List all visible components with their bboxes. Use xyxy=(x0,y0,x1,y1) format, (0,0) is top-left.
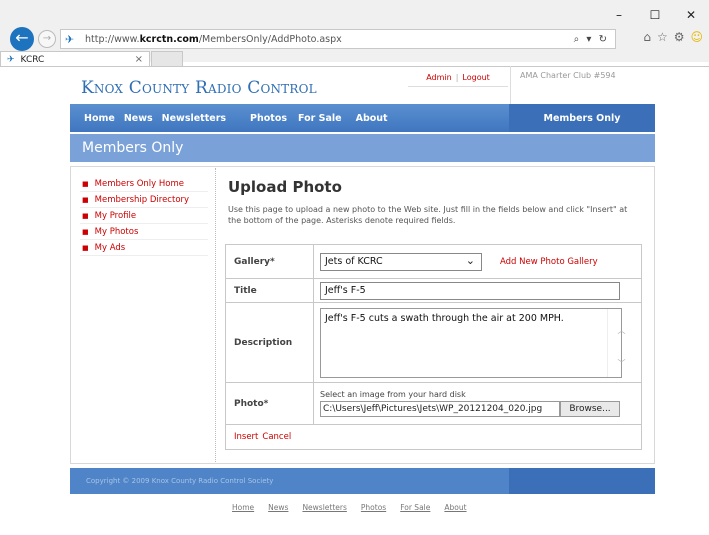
site-title[interactable]: Knox County Radio Control xyxy=(81,78,317,98)
main-nav: Home News Newsletters Photos For Sale Ab… xyxy=(70,104,655,132)
window-controls: – ☐ ✕ xyxy=(601,2,709,28)
title-row: Title Jeff's F-5 xyxy=(226,279,641,303)
new-tab-button[interactable] xyxy=(151,51,183,67)
settings-gear-icon[interactable]: ⚙ xyxy=(674,30,685,44)
nav-newsletters[interactable]: Newsletters xyxy=(162,113,226,124)
page-heading: Upload Photo xyxy=(228,178,342,196)
description-row: Description Jeff's F-5 cuts a swath thro… xyxy=(226,303,641,383)
textarea-scrollbar[interactable]: ︿ ﹀ xyxy=(607,308,626,377)
column-divider xyxy=(215,168,216,462)
browser-chrome: – ☐ ✕ ← → ✈ http://www.kcrctn.com/Member… xyxy=(0,0,709,67)
charter-label: AMA Charter Club #594 xyxy=(520,71,616,80)
footer-link-about[interactable]: About xyxy=(444,503,466,512)
nav-home[interactable]: Home xyxy=(84,113,115,124)
main-content: Upload Photo Use this page to upload a n… xyxy=(228,178,648,226)
tab-close-icon[interactable]: × xyxy=(135,54,143,65)
upload-form: Gallery* Jets of KCRC ⌄ Add New Photo Ga… xyxy=(225,244,642,450)
photo-hint: Select an image from your hard disk xyxy=(320,390,466,399)
nav-photos[interactable]: Photos xyxy=(250,113,287,124)
scroll-up-icon[interactable]: ︿ xyxy=(615,325,629,336)
sidebar: ■ Members Only Home ■ Membership Directory… xyxy=(80,176,208,256)
bullet-icon: ■ xyxy=(82,211,89,220)
bullet-icon: ■ xyxy=(82,227,89,236)
footer-link-home[interactable]: Home xyxy=(232,503,254,512)
bullet-icon: ■ xyxy=(82,195,89,204)
address-bar[interactable]: ✈ http://www.kcrctn.com/MembersOnly/AddP… xyxy=(60,29,616,49)
tab-label: KCRC xyxy=(20,54,45,65)
footer-link-photos[interactable]: Photos xyxy=(361,503,386,512)
section-banner: Members Only xyxy=(70,134,655,162)
logout-link[interactable]: Logout xyxy=(462,73,489,82)
add-gallery-link[interactable]: Add New Photo Gallery xyxy=(500,257,598,267)
feedback-smiley-icon[interactable]: ☺ xyxy=(690,30,703,44)
back-arrow-icon[interactable]: ← xyxy=(10,27,34,51)
sidebar-item-ads[interactable]: ■ My Ads xyxy=(80,240,208,256)
home-icon[interactable]: ⌂ xyxy=(643,30,651,44)
account-links: Admin | Logout xyxy=(408,69,508,87)
bullet-icon: ■ xyxy=(82,179,89,188)
gallery-row: Gallery* Jets of KCRC ⌄ Add New Photo Ga… xyxy=(226,245,641,279)
footer-link-news[interactable]: News xyxy=(268,503,288,512)
favorites-star-icon[interactable]: ☆ xyxy=(657,30,668,44)
actions-row: Insert Cancel xyxy=(226,425,641,449)
nav-news[interactable]: News xyxy=(124,113,153,124)
footer-link-newsletters[interactable]: Newsletters xyxy=(302,503,346,512)
description-label: Description xyxy=(226,303,314,382)
nav-members-only[interactable]: Members Only xyxy=(509,104,655,132)
sidebar-item-profile[interactable]: ■ My Profile xyxy=(80,208,208,224)
address-tools[interactable]: ⌕ ▾ ↻ xyxy=(574,34,609,45)
minimize-button[interactable]: – xyxy=(601,2,637,28)
photo-row: Photo* Select an image from your hard di… xyxy=(226,383,641,425)
address-url[interactable]: http://www.kcrctn.com/MembersOnly/AddPho… xyxy=(85,34,342,45)
site-favicon-icon: ✈ xyxy=(65,32,75,46)
bullet-icon: ■ xyxy=(82,243,89,252)
footer-links: Home News Newsletters Photos For Sale Ab… xyxy=(232,503,467,512)
photo-label: Photo* xyxy=(226,383,314,424)
admin-link[interactable]: Admin xyxy=(426,73,452,82)
tab-favicon-icon: ✈ xyxy=(7,54,15,65)
gallery-select[interactable]: Jets of KCRC ⌄ xyxy=(320,252,482,271)
browser-tab[interactable]: ✈ KCRC × xyxy=(0,51,150,67)
scroll-down-icon[interactable]: ﹀ xyxy=(615,358,629,369)
intro-text: Use this page to upload a new photo to t… xyxy=(228,205,628,225)
cancel-link[interactable]: Cancel xyxy=(262,432,291,442)
header-divider xyxy=(510,66,511,106)
forward-arrow-icon[interactable]: → xyxy=(38,30,56,48)
sidebar-item-directory[interactable]: ■ Membership Directory xyxy=(80,192,208,208)
footer-accent xyxy=(509,468,655,494)
browser-toolbar: ⌂ ☆ ⚙ ☺ xyxy=(643,30,703,44)
nav-for-sale[interactable]: For Sale xyxy=(298,113,342,124)
chevron-down-icon: ⌄ xyxy=(465,253,475,267)
gallery-label: Gallery* xyxy=(226,245,314,278)
close-window-button[interactable]: ✕ xyxy=(673,2,709,28)
photo-file-input[interactable]: C:\Users\Jeff\Pictures\Jets\WP_20121204_… xyxy=(320,401,560,417)
description-textarea[interactable]: Jeff's F-5 cuts a swath through the air … xyxy=(320,307,626,378)
copyright-text: Copyright © 2009 Knox County Radio Contr… xyxy=(86,477,274,485)
nav-about[interactable]: About xyxy=(356,113,388,124)
title-input[interactable]: Jeff's F-5 xyxy=(320,281,620,300)
insert-link[interactable]: Insert xyxy=(234,432,258,442)
footer-bar: Copyright © 2009 Knox County Radio Contr… xyxy=(70,468,655,494)
title-label: Title xyxy=(226,279,314,302)
browse-button[interactable]: Browse... xyxy=(560,401,620,417)
footer-link-for-sale[interactable]: For Sale xyxy=(400,503,430,512)
banner-title: Members Only xyxy=(82,140,184,156)
sidebar-item-photos[interactable]: ■ My Photos xyxy=(80,224,208,240)
maximize-button[interactable]: ☐ xyxy=(637,2,673,28)
chrome-divider xyxy=(0,66,709,67)
link-separator: | xyxy=(455,73,459,82)
sidebar-item-members-home[interactable]: ■ Members Only Home xyxy=(80,176,208,192)
